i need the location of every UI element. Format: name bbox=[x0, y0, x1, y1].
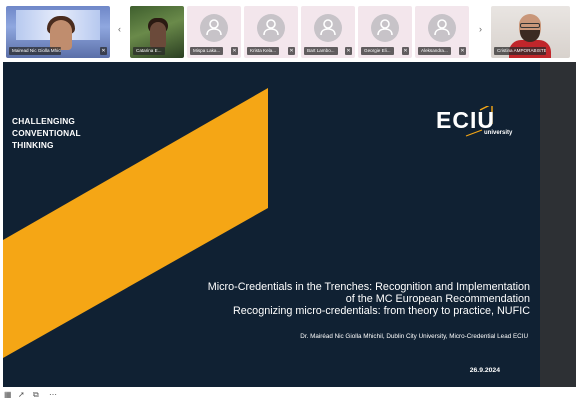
person-avatar-icon bbox=[257, 14, 285, 42]
participant-name: Catarina E... bbox=[133, 47, 165, 55]
participant-tile[interactable]: Bart Lambo... ✕ bbox=[301, 6, 355, 58]
participant-name: Cristina AMPORABISTE... bbox=[494, 47, 546, 55]
participant-name: Krista Kela... bbox=[247, 47, 280, 55]
person-avatar-icon bbox=[428, 14, 456, 42]
participant-name: Aleksandra... bbox=[418, 47, 451, 55]
participant-tile[interactable]: Aleksandra... ✕ bbox=[415, 6, 469, 58]
participant-name: Georgie Eli... bbox=[361, 47, 394, 55]
person-avatar-icon bbox=[200, 14, 228, 42]
bottom-toolbar: ▦ ➚ ⧉ ⋯ bbox=[0, 388, 576, 403]
participant-tile[interactable]: Krista Kela... ✕ bbox=[244, 6, 298, 58]
screen-gutter bbox=[540, 62, 576, 387]
participant-tile[interactable]: Georgie Eli... ✕ bbox=[358, 6, 412, 58]
presentation-slide: CHALLENGING CONVENTIONAL THINKING ECIU u… bbox=[3, 62, 540, 387]
cursor-icon[interactable]: ➚ bbox=[18, 390, 25, 400]
participant-glasses bbox=[520, 23, 540, 28]
chevron-right-icon[interactable]: › bbox=[479, 24, 482, 34]
participant-tile[interactable]: Mispa Laka... ✕ bbox=[187, 6, 241, 58]
person-avatar-icon bbox=[371, 14, 399, 42]
participant-tile-video[interactable]: Cristina AMPORABISTE... bbox=[491, 6, 570, 58]
chevron-left-icon[interactable]: ‹ bbox=[118, 24, 121, 34]
more-icon[interactable]: ⋯ bbox=[49, 390, 57, 400]
participant-name: Mispa Laka... bbox=[190, 47, 224, 55]
mic-muted-icon: ✕ bbox=[402, 47, 409, 55]
logo-sub: university bbox=[484, 130, 513, 136]
slide-title: Micro-Credentials in the Trenches: Recog… bbox=[130, 281, 530, 317]
tagline-line: CONVENTIONAL bbox=[12, 128, 81, 138]
slide-date: 26.9.2024 bbox=[469, 367, 500, 374]
participant-face bbox=[50, 20, 72, 50]
slide-tagline: CHALLENGING CONVENTIONAL THINKING bbox=[12, 115, 81, 151]
participant-tile-video[interactable]: Catarina E... bbox=[130, 6, 184, 58]
mic-muted-icon: ✕ bbox=[231, 47, 238, 55]
mic-muted-icon: ✕ bbox=[345, 47, 352, 55]
mic-muted-icon: ✕ bbox=[288, 47, 295, 55]
participant-name: Mairead Nic Giolla Mhichil (M... bbox=[9, 47, 61, 55]
grid-icon[interactable]: ▦ bbox=[4, 390, 12, 400]
eciu-logo: ECIU university bbox=[436, 106, 516, 146]
person-avatar-icon bbox=[314, 14, 342, 42]
participant-name: Bart Lambo... bbox=[304, 47, 338, 55]
tagline-line: THINKING bbox=[12, 140, 54, 150]
copy-icon[interactable]: ⧉ bbox=[33, 390, 39, 400]
shared-screen: CHALLENGING CONVENTIONAL THINKING ECIU u… bbox=[0, 62, 576, 388]
tagline-line: CHALLENGING bbox=[12, 116, 76, 126]
slide-author: Dr. Mairéad Nic Giolla Mhichil, Dublin C… bbox=[300, 333, 528, 340]
title-line: Recognizing micro-credentials: from theo… bbox=[232, 305, 530, 317]
participant-tile-video[interactable]: Mairead Nic Giolla Mhichil (M... ✕ bbox=[6, 6, 110, 58]
participant-face bbox=[150, 22, 166, 48]
mic-muted-icon: ✕ bbox=[100, 47, 107, 55]
participant-strip: Mairead Nic Giolla Mhichil (M... ✕ ‹ Cat… bbox=[0, 0, 576, 62]
mic-muted-icon: ✕ bbox=[459, 47, 466, 55]
title-line: Micro-Credentials in the Trenches: Recog… bbox=[207, 281, 530, 293]
title-line: of the MC European Recommendation bbox=[345, 293, 530, 305]
